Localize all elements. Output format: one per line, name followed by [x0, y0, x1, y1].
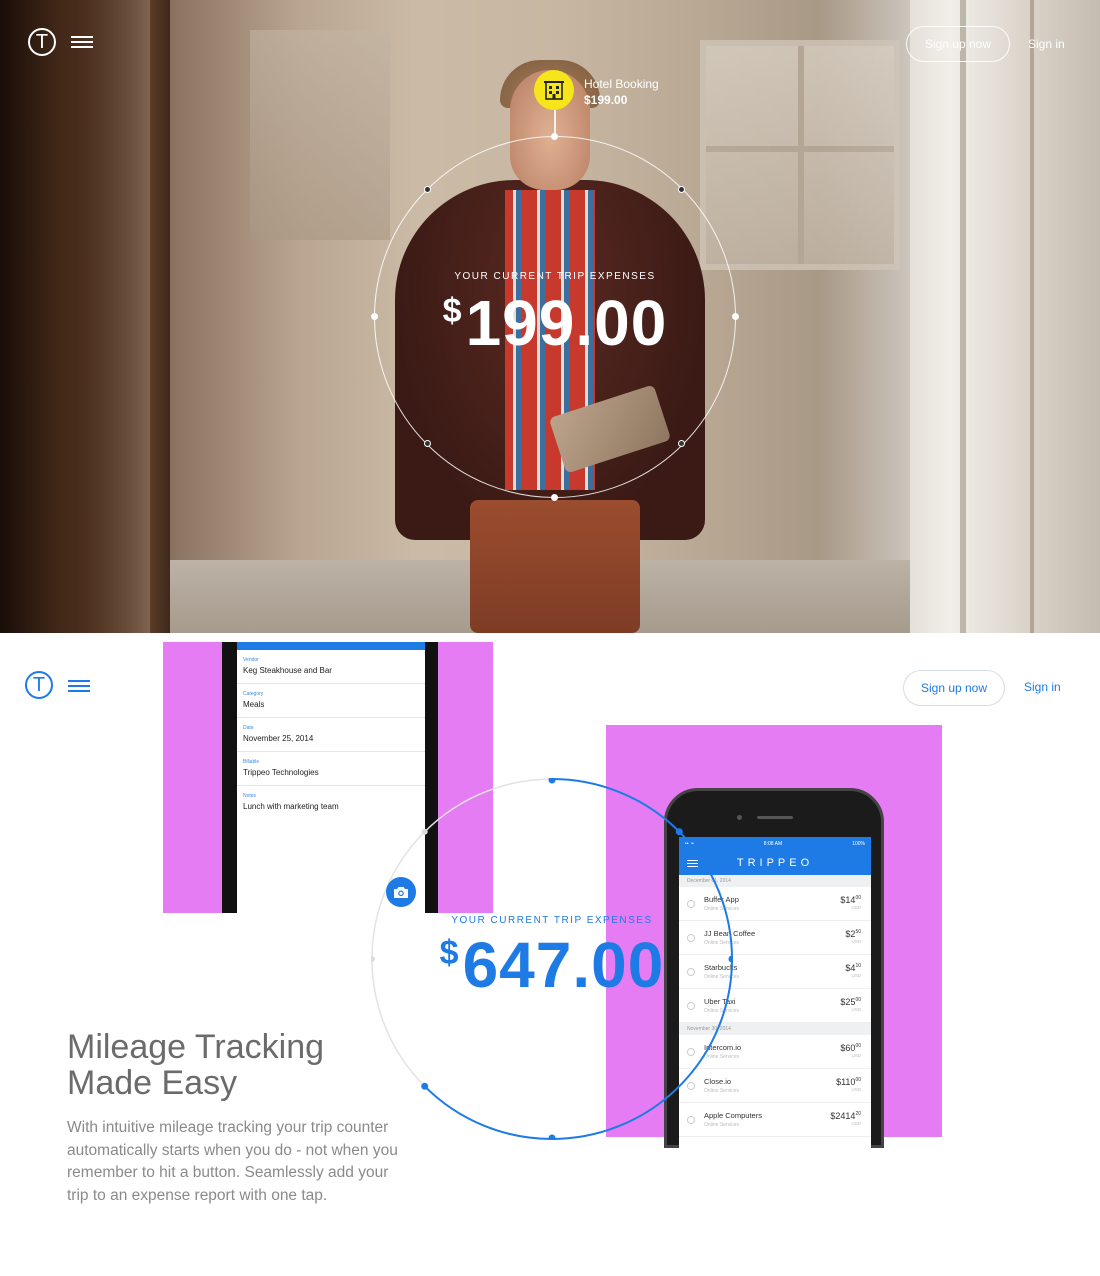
receipt-header-bar	[237, 642, 425, 650]
expense-amount: $241420 USD	[830, 1111, 861, 1126]
logo-letter: T	[35, 31, 49, 53]
trip-expenses-caption: YOUR CURRENT TRIP EXPENSES	[454, 271, 656, 282]
signin-link[interactable]: Sign in	[1024, 680, 1061, 694]
signup-button[interactable]: Sign up now	[906, 26, 1010, 62]
background-pillar	[150, 0, 170, 633]
camera-badge[interactable]	[386, 877, 416, 907]
trip-expenses-amount: $647.00	[371, 928, 733, 1002]
receipt-field[interactable]: Date November 25, 2014	[237, 718, 425, 752]
currency-symbol: $	[439, 934, 459, 972]
field-label: Billable	[243, 759, 260, 765]
receipt-field[interactable]: Category Meals	[237, 684, 425, 718]
ring-dot	[551, 494, 558, 501]
menu-icon[interactable]	[71, 36, 93, 48]
expense-amount: $2500 USD	[840, 997, 861, 1012]
ring-dot	[424, 440, 431, 447]
person-pants	[470, 500, 640, 633]
mileage-section: T Sign up now Sign in Vendor Keg Steakhou…	[0, 633, 1100, 1276]
phone-camera	[737, 815, 742, 820]
field-label: Category	[243, 691, 264, 697]
trip-expenses-caption: YOUR CURRENT TRIP EXPENSES	[451, 915, 653, 926]
hotel-label-amount: $199.00	[584, 93, 628, 107]
receipt-field[interactable]: Vendor Keg Steakhouse and Bar	[237, 650, 425, 684]
expense-amount: $250 USD	[845, 929, 861, 944]
background-window	[700, 40, 900, 270]
expense-amount: $1400 USD	[840, 895, 861, 910]
hotel-label: Hotel Booking $199.00	[584, 76, 659, 108]
menu-icon[interactable]	[68, 680, 90, 692]
ring-dot	[678, 186, 685, 193]
phone-speaker	[757, 816, 793, 819]
field-value: Keg Steakhouse and Bar	[243, 666, 332, 675]
hotel-badge[interactable]	[534, 70, 574, 110]
logo-letter: T	[32, 674, 46, 696]
trip-expenses-amount: $199.00	[374, 286, 736, 360]
ring-dot	[678, 440, 685, 447]
amount-value: 647.00	[462, 929, 665, 1001]
field-label: Vendor	[243, 657, 259, 663]
logo-icon[interactable]: T	[25, 671, 53, 699]
feature-description: With intuitive mileage tracking your tri…	[67, 1119, 398, 1204]
signin-link[interactable]: Sign in	[1028, 37, 1065, 51]
status-time: 8:08 AM	[763, 841, 783, 847]
expense-amount: $11000 USD	[836, 1077, 861, 1092]
hotel-building-icon	[544, 81, 564, 100]
hotel-label-title: Hotel Booking	[584, 77, 659, 91]
feature-headline: Mileage Tracking Made Easy	[67, 1029, 407, 1101]
camera-icon	[394, 887, 408, 898]
headline-line: Mileage Tracking	[67, 1028, 325, 1066]
background-doorframe	[910, 0, 1100, 633]
currency-symbol: $	[442, 292, 462, 330]
ring-dot	[551, 133, 558, 140]
field-label: Date	[243, 725, 254, 731]
expense-amount: $410 USD	[845, 963, 861, 978]
signup-button[interactable]: Sign up now	[903, 670, 1005, 706]
ring-dot	[424, 186, 431, 193]
field-value: Trippeo Technologies	[243, 768, 319, 777]
amount-value: 199.00	[465, 287, 668, 359]
hero-section: T Sign up now Sign in Hotel Booking $199…	[0, 0, 1100, 633]
battery-level: 100%	[852, 841, 865, 847]
expense-amount: $6000 USD	[840, 1043, 861, 1058]
field-value: November 25, 2014	[243, 734, 314, 743]
logo-icon[interactable]: T	[28, 28, 56, 56]
headline-line: Made Easy	[67, 1064, 238, 1102]
field-value: Meals	[243, 700, 265, 709]
background-window	[250, 30, 390, 240]
